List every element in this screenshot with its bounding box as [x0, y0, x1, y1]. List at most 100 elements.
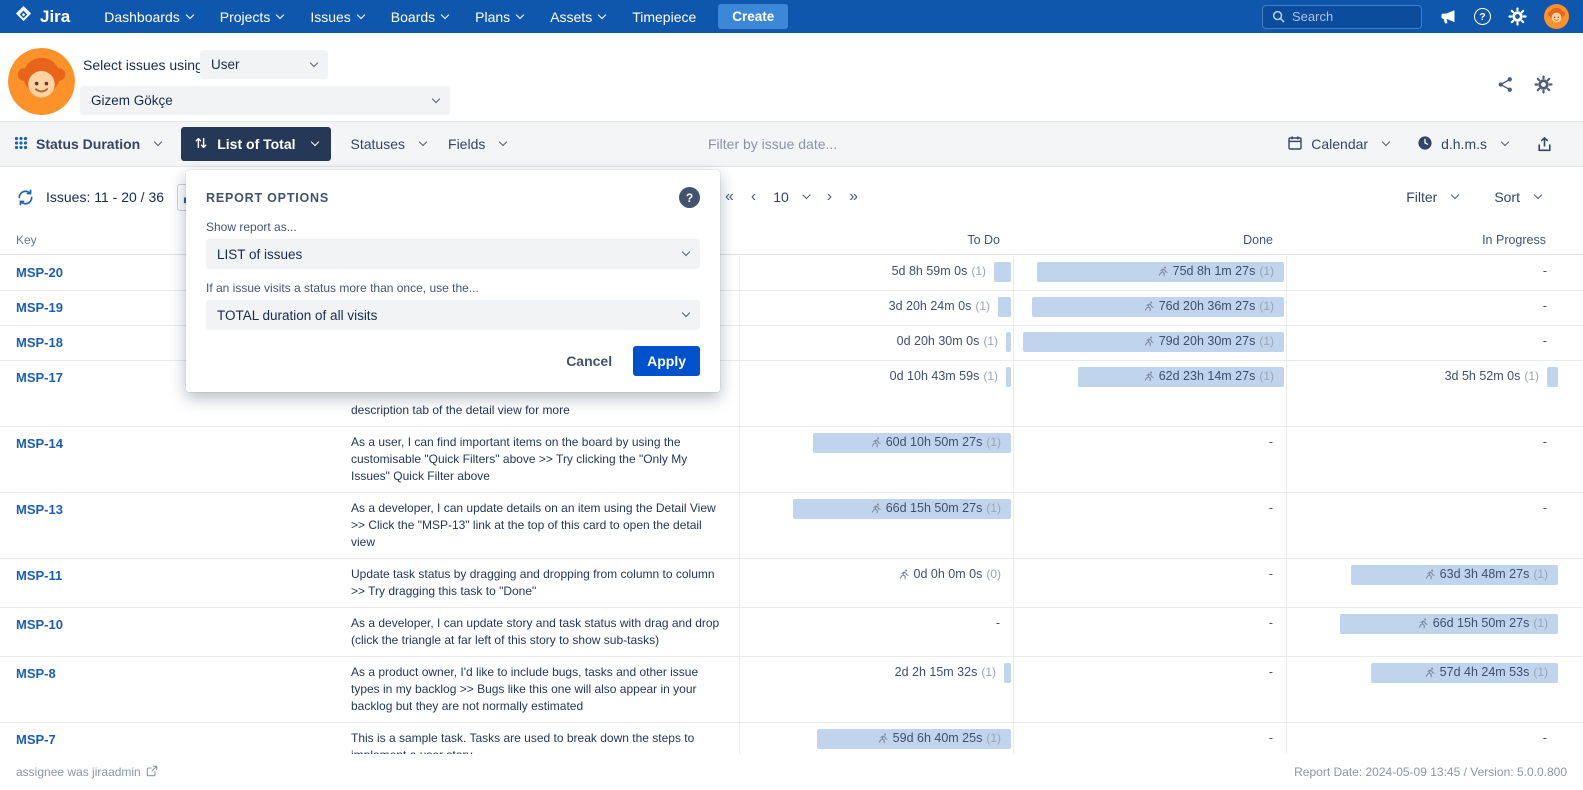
time-format-dropdown[interactable]: d.h.m.s [1417, 135, 1508, 154]
fields-dropdown[interactable]: Fields [448, 136, 506, 152]
done-duration-cell: - [1014, 559, 1287, 607]
user-picker-select[interactable]: Gizem Gökçe [80, 86, 450, 115]
row-gutter [1560, 361, 1583, 426]
column-header-done[interactable]: Done [1014, 233, 1287, 247]
duration-value: 3d 5h 52m 0s(1) [1445, 369, 1539, 383]
nav-item-issues[interactable]: Issues [310, 9, 363, 25]
issue-key-link[interactable]: MSP-13 [16, 502, 63, 517]
share-icon[interactable] [1496, 75, 1515, 94]
nav-right: ? [1262, 4, 1569, 29]
multiple-visits-select[interactable]: TOTAL duration of all visits [206, 300, 700, 330]
duration-text: 66d 15h 50m 27s [886, 501, 983, 515]
empty-duration: - [1543, 264, 1547, 278]
filter-dropdown[interactable]: Filter [1406, 189, 1458, 205]
issue-summary: As a user, I can find important items on… [351, 434, 727, 485]
issue-source-mode-value: User [211, 57, 240, 72]
issue-key-link[interactable]: MSP-17 [16, 370, 63, 385]
nav-item-plans[interactable]: Plans [475, 9, 523, 25]
empty-duration: - [1543, 334, 1547, 348]
page-size-select[interactable]: 10 [773, 189, 810, 205]
profile-avatar[interactable] [1544, 4, 1569, 29]
issue-key-link[interactable]: MSP-14 [16, 436, 63, 451]
in-progress-duration-cell: - [1287, 427, 1560, 492]
first-page-icon[interactable]: « [725, 189, 734, 205]
nav-item-boards[interactable]: Boards [391, 9, 448, 25]
issue-key-link[interactable]: MSP-7 [16, 732, 56, 747]
issue-key-link[interactable]: MSP-8 [16, 666, 56, 681]
issue-date-filter-input[interactable]: Filter by issue date... [708, 136, 837, 152]
time-format-label: d.h.m.s [1441, 136, 1487, 152]
chevron-down-icon [1501, 138, 1509, 146]
column-header-todo[interactable]: To Do [740, 233, 1014, 247]
nav-item-assets[interactable]: Assets [550, 9, 605, 25]
todo-duration-cell: 60d 10h 50m 27s(1) [740, 427, 1014, 492]
issue-summary: As a developer, I can update story and t… [351, 615, 727, 649]
user-avatar[interactable] [8, 48, 75, 115]
create-button[interactable]: Create [718, 4, 788, 29]
summary-cell: Update task status by dragging and dropp… [345, 559, 740, 607]
apply-button[interactable]: Apply [633, 346, 700, 376]
sort-dropdown[interactable]: Sort [1494, 189, 1541, 205]
todo-duration-cell: 0d 10h 43m 59s(1) [740, 361, 1014, 426]
done-duration-cell: - [1014, 657, 1287, 722]
nav-item-timepiece[interactable]: Timepiece [632, 9, 696, 25]
in-progress-duration-cell: 57d 4h 24m 53s(1) [1287, 657, 1560, 722]
jira-logo[interactable]: Jira [14, 5, 70, 29]
visit-count: (1) [971, 264, 986, 278]
empty-duration: - [1269, 665, 1273, 679]
issue-key-link[interactable]: MSP-11 [16, 568, 62, 583]
modal-help-icon[interactable]: ? [679, 187, 700, 208]
summary-cell: As a product owner, I'd like to include … [345, 657, 740, 722]
nav-item-label: Dashboards [104, 9, 180, 25]
refresh-icon[interactable] [16, 188, 35, 207]
issue-source-mode-select[interactable]: User [200, 50, 328, 79]
report-type-dropdown[interactable]: Status Duration [14, 136, 161, 153]
cancel-button[interactable]: Cancel [566, 353, 612, 369]
issue-key-link[interactable]: MSP-20 [16, 265, 63, 280]
search-input[interactable] [1292, 9, 1412, 24]
announcement-icon[interactable] [1439, 8, 1457, 25]
duration-text: 79d 20h 30m 27s [1159, 334, 1256, 348]
view-mode-dropdown[interactable]: List of Total [181, 127, 330, 161]
todo-duration-cell: 5d 8h 59m 0s(1) [740, 256, 1014, 290]
nav-item-dashboards[interactable]: Dashboards [104, 9, 193, 25]
report-settings-icon[interactable] [1534, 75, 1553, 94]
issue-key-link[interactable]: MSP-19 [16, 300, 63, 315]
empty-duration: - [1543, 501, 1547, 515]
duration-bar [1006, 367, 1011, 387]
nav-item-projects[interactable]: Projects [220, 9, 284, 25]
empty-duration: - [1543, 435, 1547, 449]
footer-note-link[interactable]: assignee was jiraadmin [16, 765, 158, 780]
chevron-down-icon [1534, 191, 1542, 199]
show-report-as-select[interactable]: LIST of issues [206, 239, 700, 269]
issue-key-link[interactable]: MSP-10 [16, 617, 63, 632]
last-page-icon[interactable]: » [849, 189, 858, 205]
page-footer: assignee was jiraadmin Report Date: 2024… [0, 754, 1583, 790]
done-duration-cell: 79d 20h 30m 27s(1) [1014, 326, 1287, 360]
help-icon[interactable]: ? [1474, 8, 1491, 25]
page-size-value: 10 [773, 189, 789, 205]
settings-icon[interactable] [1508, 7, 1527, 26]
statuses-dropdown[interactable]: Statuses [351, 136, 426, 152]
summary-cell: As a user, I can find important items on… [345, 427, 740, 492]
issue-key-link[interactable]: MSP-18 [16, 335, 63, 350]
done-duration-cell: 62d 23h 14m 27s(1) [1014, 361, 1287, 426]
todo-duration-cell: 2d 2h 15m 32s(1) [740, 657, 1014, 722]
jira-logo-icon [14, 5, 33, 29]
calendar-dropdown[interactable]: Calendar [1287, 135, 1389, 154]
duration-text: 0d 20h 30m 0s [897, 334, 980, 348]
done-duration-cell: 75d 8h 1m 27s(1) [1014, 256, 1287, 290]
next-page-icon[interactable]: › [827, 189, 832, 205]
export-icon[interactable] [1536, 136, 1553, 153]
empty-duration: - [1269, 731, 1273, 745]
search-box[interactable] [1262, 5, 1422, 29]
runner-icon [1424, 666, 1436, 679]
column-header-in-progress[interactable]: In Progress [1287, 233, 1560, 247]
table-row: MSP-14 As a user, I can find important it… [0, 427, 1583, 493]
previous-page-icon[interactable]: ‹ [751, 189, 756, 205]
report-type-label: Status Duration [36, 136, 140, 152]
table-row: MSP-11 Update task status by dragging and… [0, 559, 1583, 608]
todo-duration-cell: - [740, 608, 1014, 656]
row-gutter [1560, 559, 1583, 607]
chevron-down-icon [310, 138, 318, 146]
